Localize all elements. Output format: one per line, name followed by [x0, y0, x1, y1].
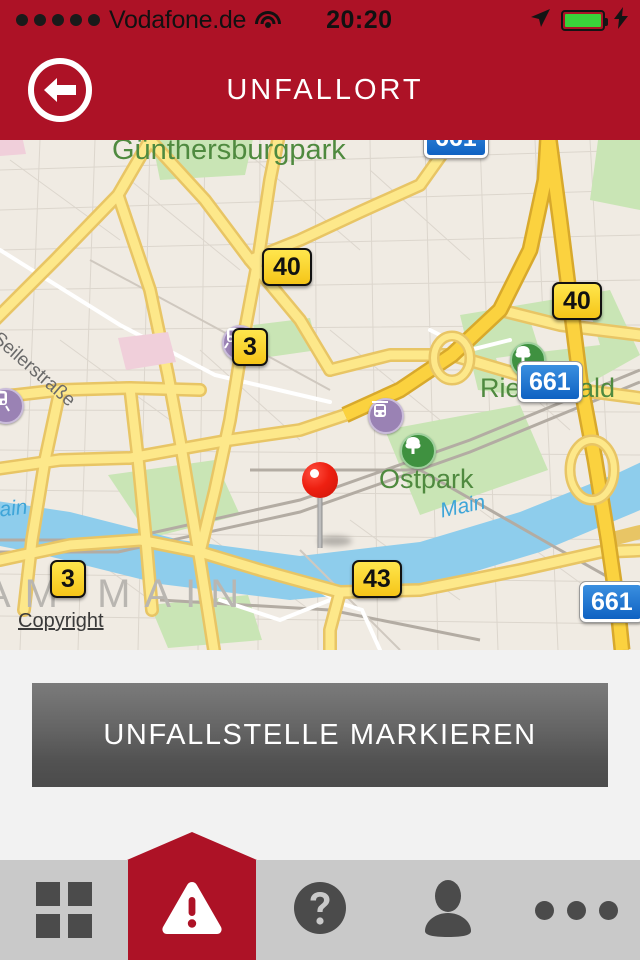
- carrier-label: Vodafone.de: [109, 5, 247, 34]
- mark-accident-location-button[interactable]: UNFALLSTELLE MARKIEREN: [32, 683, 608, 787]
- active-tab-notch: [127, 832, 257, 860]
- tram-station-icon[interactable]: [368, 398, 404, 434]
- tab-dashboard[interactable]: [0, 860, 128, 960]
- tab-help[interactable]: [256, 860, 384, 960]
- grid-icon: [36, 882, 92, 938]
- app-header: UNFALLORT: [0, 40, 640, 140]
- accident-location-pin[interactable]: [302, 462, 352, 552]
- road-shield: 3: [232, 328, 268, 366]
- action-panel: UNFALLSTELLE MARKIEREN: [0, 650, 640, 860]
- back-button[interactable]: [28, 58, 92, 122]
- battery-icon: [561, 9, 608, 31]
- status-bar-right: [528, 6, 628, 35]
- tab-profile[interactable]: [384, 860, 512, 960]
- road-shield: 661: [423, 140, 489, 159]
- back-arrow-icon: [42, 75, 78, 105]
- road-shield: 3: [50, 560, 86, 598]
- signal-strength-dots: [16, 14, 100, 26]
- road-shield: 40: [262, 248, 312, 286]
- pin-shadow: [318, 536, 352, 546]
- status-bar: Vodafone.de 20:20: [0, 0, 640, 40]
- warning-triangle-icon: [161, 880, 223, 941]
- page-title: UNFALLORT: [226, 73, 424, 106]
- pin-head: [302, 462, 338, 498]
- park-tree-icon[interactable]: [400, 433, 436, 469]
- tab-bar: [0, 832, 640, 960]
- clock-label: 20:20: [326, 5, 393, 34]
- map-view[interactable]: Günthersburgpark AM MAIN Riederwald Ostp…: [0, 140, 640, 650]
- status-bar-left: Vodafone.de 20:20: [16, 6, 393, 35]
- wifi-icon: [255, 10, 282, 30]
- location-arrow-icon: [528, 6, 552, 35]
- road-shield: 661: [517, 361, 583, 403]
- road-shield: 43: [352, 560, 402, 598]
- tab-accident[interactable]: [127, 832, 257, 960]
- road-shield: 40: [552, 282, 602, 320]
- more-dots-icon: [534, 900, 618, 920]
- road-shield: 661: [579, 581, 640, 623]
- lightning-bolt-icon: [614, 6, 628, 34]
- pin-needle: [317, 492, 323, 548]
- question-circle-icon: [292, 880, 348, 941]
- tab-more[interactable]: [512, 860, 640, 960]
- person-icon: [422, 879, 474, 942]
